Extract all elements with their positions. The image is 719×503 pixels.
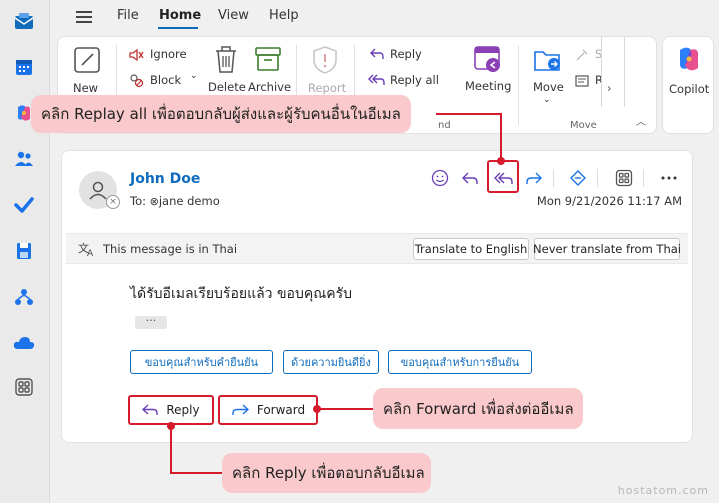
meeting-icon[interactable] <box>472 44 502 78</box>
to-label: To: <box>130 194 146 208</box>
active-tab-indicator <box>158 27 198 29</box>
forward-callout: คลิก Forward เพื่อส่งต่ออีเมล <box>373 388 583 429</box>
tab-help[interactable]: Help <box>269 8 299 23</box>
reply-all-leader-v <box>500 113 502 160</box>
calendar-icon[interactable] <box>12 55 36 79</box>
suggested-reply-1[interactable]: ขอบคุณสำหรับคำยืนยัน <box>130 350 273 374</box>
forward-toolbar-icon[interactable] <box>523 167 545 189</box>
copilot-panel[interactable]: Copilot <box>662 36 714 134</box>
ribbon-scroll-area <box>601 37 625 107</box>
people-icon[interactable] <box>12 147 36 171</box>
reply-icon <box>369 46 385 65</box>
show-more-button[interactable]: ··· <box>135 315 167 329</box>
emoji-icon[interactable] <box>429 167 451 189</box>
reply-all-dot <box>497 157 505 165</box>
tab-view[interactable]: View <box>218 8 249 23</box>
ignore-button[interactable]: Ignore <box>150 47 187 61</box>
forward-leader <box>318 408 376 410</box>
reply-all-icon <box>368 72 386 91</box>
watermark: hostatom.com <box>617 484 709 497</box>
reply-callout: คลิก Reply เพื่อตอบกลับอีเมล <box>222 453 431 493</box>
more-options-icon[interactable] <box>658 167 680 189</box>
tab-home[interactable]: Home <box>159 8 201 23</box>
ignore-icon <box>128 47 144 66</box>
forward-button[interactable]: Forward <box>218 395 318 425</box>
report-icon <box>311 45 339 79</box>
block-button[interactable]: Block <box>150 73 181 87</box>
tab-file[interactable]: File <box>117 8 139 23</box>
translation-bar: 文A This message is in Thai Translate to … <box>66 233 688 264</box>
chevron-down-icon[interactable]: ⌄ <box>190 71 198 81</box>
todo-icon[interactable] <box>12 193 36 217</box>
recipient-icon: ⊗ <box>149 195 159 208</box>
forward-arrow-icon <box>232 404 249 415</box>
block-icon <box>128 72 144 92</box>
new-button[interactable]: New <box>73 81 98 95</box>
reply-arrow-icon <box>142 404 159 415</box>
reply-button[interactable]: Reply <box>128 395 214 425</box>
forward-button-label: Forward <box>256 403 306 417</box>
tag-icon[interactable] <box>567 167 589 189</box>
ribbon-reply-button[interactable]: Reply <box>390 47 422 61</box>
move-icon[interactable] <box>533 46 563 78</box>
translate-button[interactable]: Translate to English <box>413 238 529 260</box>
reply-dot <box>167 422 175 430</box>
onedrive-icon[interactable] <box>12 331 36 355</box>
hamburger-icon[interactable] <box>76 11 92 23</box>
reply-leader-h <box>170 472 224 474</box>
reply-all-callout: คลิก Replay all เพื่อตอบกลับผู้ส่งและผู้… <box>31 95 411 133</box>
mail-icon[interactable] <box>12 10 36 34</box>
delete-button[interactable]: Delete <box>208 80 246 94</box>
translation-notice: This message is in Thai <box>103 242 238 256</box>
move-group-label: Move <box>570 120 597 131</box>
reply-leader-v <box>170 426 172 474</box>
meeting-button[interactable]: Meeting <box>465 79 511 93</box>
reply-all-highlight <box>487 160 519 193</box>
move-button[interactable]: Move <box>533 80 564 94</box>
never-translate-button[interactable]: Never translate from Thai <box>533 238 681 260</box>
sender-name[interactable]: John Doe <box>130 171 200 187</box>
recipient-line: To: ⊗jane demo <box>130 194 220 208</box>
forward-dot <box>313 405 321 413</box>
copilot-icon <box>675 45 703 77</box>
delete-icon[interactable] <box>213 45 239 79</box>
menu-bar: File Home View Help <box>50 0 719 34</box>
translate-icon: 文A <box>78 241 96 261</box>
apps-toolbar-icon[interactable] <box>613 167 635 189</box>
copilot-label: Copilot <box>669 82 710 96</box>
ribbon-next-icon[interactable]: › <box>607 81 612 95</box>
reply-all-leader-h <box>436 113 502 115</box>
respond-group-label: nd <box>438 120 451 131</box>
report-button[interactable]: Report <box>308 81 346 95</box>
message-date: Mon 9/21/2026 11:17 AM <box>536 194 682 208</box>
sweep-icon <box>575 47 589 66</box>
save-icon[interactable] <box>12 239 36 263</box>
ribbon-reply-all-button[interactable]: Reply all <box>390 73 439 87</box>
apps-icon[interactable] <box>12 375 36 399</box>
recipient-name[interactable]: jane demo <box>159 194 220 208</box>
collapse-ribbon-icon[interactable]: ︿ <box>636 113 646 128</box>
new-mail-icon[interactable] <box>72 45 102 79</box>
rules-icon <box>575 73 589 92</box>
svg-text:A: A <box>87 249 94 257</box>
archive-icon[interactable] <box>254 46 282 76</box>
move-chevron-icon[interactable]: ⌄ <box>543 95 551 105</box>
suggested-reply-2[interactable]: ด้วยความยินดียิ่ง <box>283 350 379 374</box>
org-icon[interactable] <box>12 285 36 309</box>
message-body: ได้รับอีเมลเรียบร้อยแล้ว ขอบคุณครับ <box>130 286 352 302</box>
archive-button[interactable]: Archive <box>248 80 291 94</box>
reply-toolbar-icon[interactable] <box>459 167 481 189</box>
app-rail <box>0 0 50 503</box>
presence-icon: × <box>106 195 120 209</box>
reply-button-label: Reply <box>166 403 200 417</box>
suggested-reply-3[interactable]: ขอบคุณสำหรับการยืนยัน <box>388 350 532 374</box>
